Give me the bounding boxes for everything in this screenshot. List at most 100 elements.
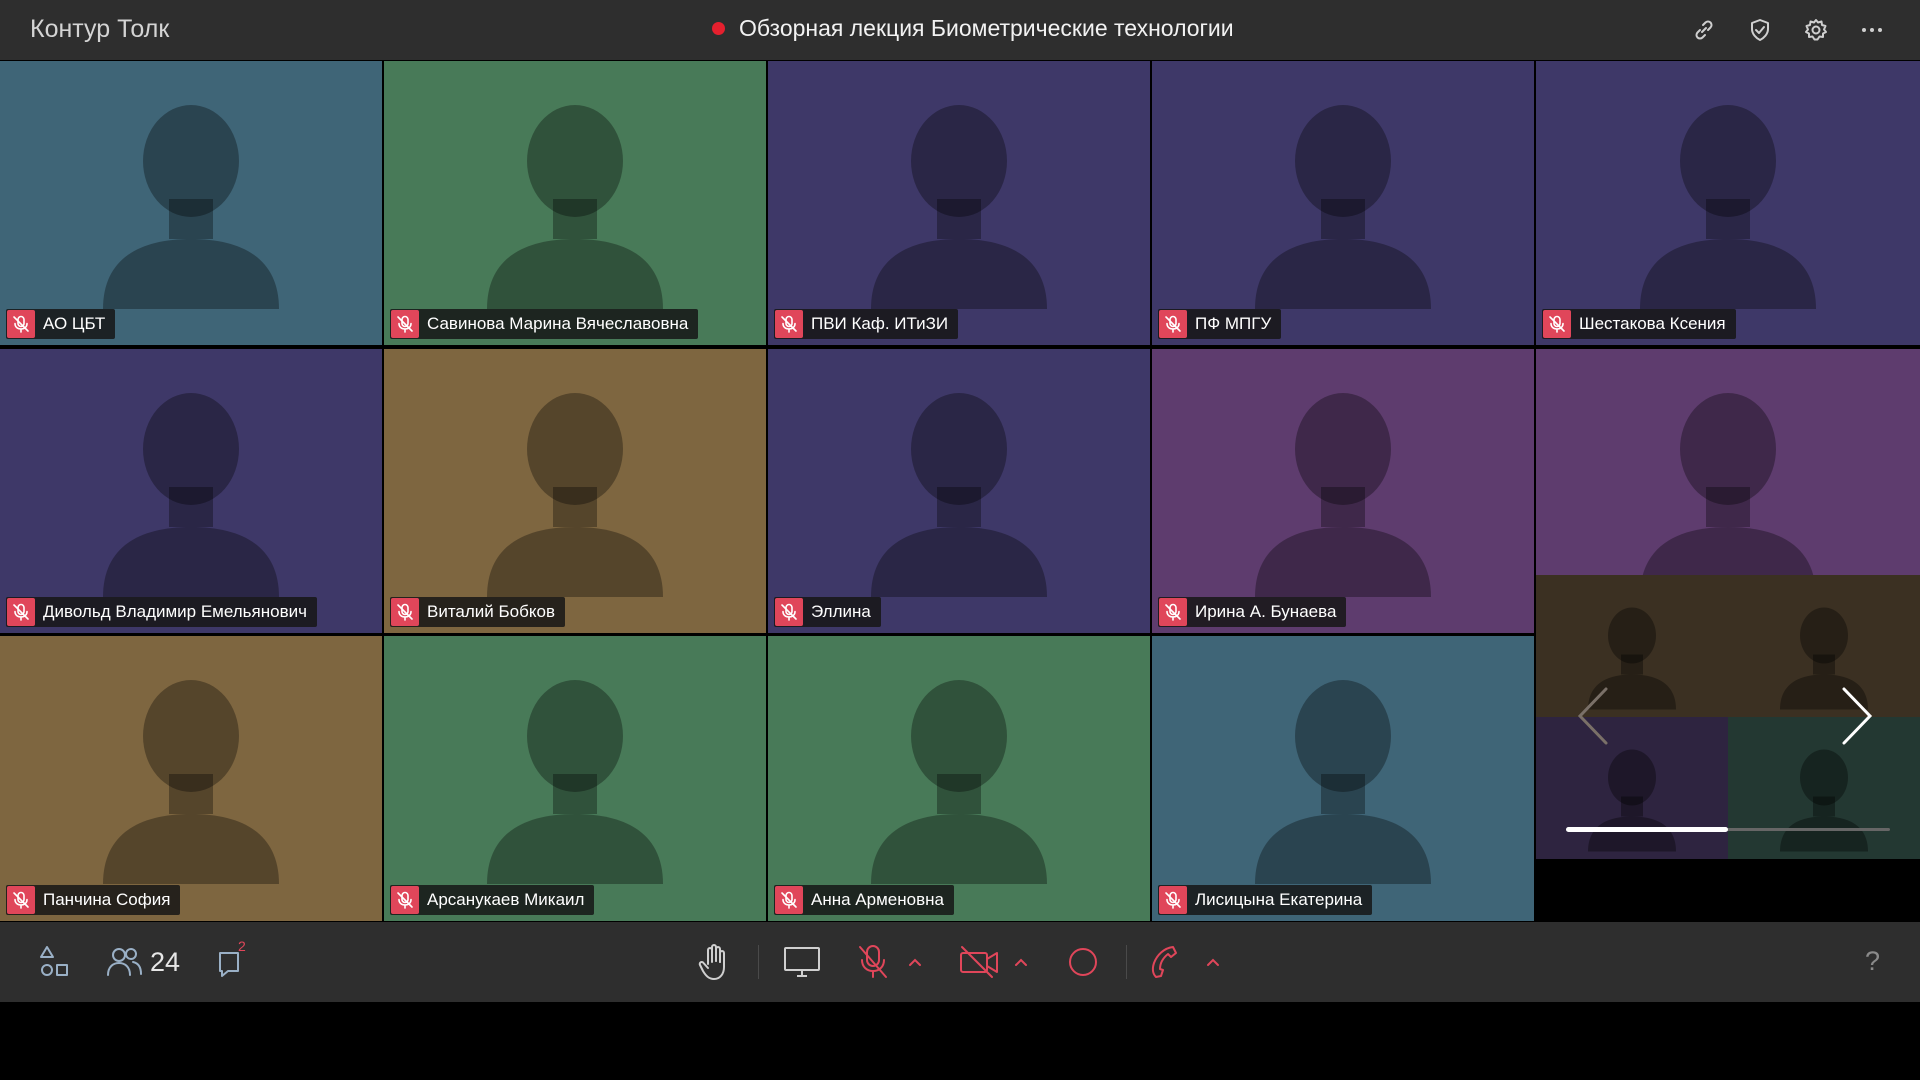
bottom-toolbar: 24 2 ? [0,922,1920,1002]
chat-icon[interactable] [214,941,252,983]
avatar-silhouette [871,105,1047,309]
avatar-silhouette [1640,393,1816,597]
participant-name: Виталий Бобков [427,602,555,621]
mini-avatar [1728,717,1920,859]
mini-avatar [1536,717,1728,859]
participant-tile[interactable]: ПВИ Каф. ИТиЗИ [768,61,1150,345]
participant-name: Шестакова Ксения [1579,314,1726,333]
participant-name-bar: Арсанукаев Микаил [390,885,595,915]
participant-name: Арсанукаев Микаил [427,890,585,909]
mic-muted-icon [7,598,35,626]
participant-name-bar: Ирина А. Бунаева [1158,597,1347,627]
participant-name: Эллина [811,602,871,621]
participant-tile[interactable]: Лисицына Екатерина [1152,636,1534,921]
participant-name-bar: Панчина София [6,885,181,915]
participant-tile[interactable]: Савинова Марина Вячеславовна [384,61,766,345]
participant-name: Дивольд Владимир Емельянович [43,602,307,621]
mic-muted-icon [775,886,803,914]
chevron-right-icon[interactable] [1840,685,1874,752]
meeting-title: Обзорная лекция Биометрические технологи… [739,15,1234,41]
avatar-silhouette [103,680,279,884]
chevron-left-icon[interactable] [1576,685,1610,752]
participant-name-bar: ПФ МПГУ [1158,309,1282,339]
recording-indicator [712,22,725,35]
top-bar: Контур Толк Обзорная лекция Биометрическ… [0,0,1920,60]
mic-options-chevron-icon[interactable] [908,941,922,983]
mic-muted-icon [1159,310,1187,338]
participant-name-bar: АО ЦБТ [6,309,116,339]
camera-options-chevron-icon[interactable] [1014,941,1028,983]
participant-tile[interactable]: Шестакова Ксения [1536,61,1920,345]
participant-name-bar: Виталий Бобков [390,597,565,627]
apps-icon[interactable] [36,941,74,983]
shield-check-icon[interactable] [1742,12,1778,48]
avatar-silhouette [487,680,663,884]
app-logo: Контур Толк [30,15,170,43]
participant-name: ПВИ Каф. ИТиЗИ [811,314,949,333]
mic-muted-icon [775,310,803,338]
mini-avatar [1728,575,1920,717]
participant-name-bar: Анна Арменовна [774,885,954,915]
participant-name-bar: Савинова Марина Вячеславовна [390,309,699,339]
mic-muted-icon [1159,598,1187,626]
page-progress-track [1566,827,1890,832]
hang-up-icon[interactable] [1148,941,1186,983]
mic-muted-icon [1159,886,1187,914]
participant-tile[interactable]: Арсанукаев Микаил [384,636,766,921]
mic-muted-icon [1543,310,1571,338]
more-icon[interactable] [1854,12,1890,48]
participant-tile[interactable]: ПФ МПГУ [1152,61,1534,345]
participant-tile[interactable]: Ирина А. Бунаева [1152,349,1534,633]
avatar-silhouette [871,680,1047,884]
mic-muted-icon [7,886,35,914]
more-participants-tile[interactable] [1536,575,1920,860]
mic-off-icon[interactable] [856,941,890,983]
avatar-silhouette [1255,680,1431,884]
toolbar-divider [1126,945,1127,979]
avatar-silhouette [1255,393,1431,597]
participant-name-bar: Шестакова Ксения [1542,309,1736,339]
participant-tile[interactable]: Дивольд Владимир Емельянович [0,349,382,633]
participant-name: Савинова Марина Вячеславовна [427,314,689,333]
mic-muted-icon [391,886,419,914]
avatar-silhouette [487,105,663,309]
toolbar-divider [758,945,759,979]
avatar-silhouette [1640,105,1816,309]
screen-share-icon[interactable] [782,941,822,983]
participant-tile[interactable]: Анна Арменовна [768,636,1150,921]
participants-button[interactable]: 24 [106,941,180,983]
mini-avatar [1536,575,1728,717]
participant-name: АО ЦБТ [43,314,106,333]
participants-count: 24 [150,946,181,977]
camera-off-icon[interactable] [958,941,1000,983]
meeting-title-area: Обзорная лекция Биометрические технологи… [712,15,1234,42]
participant-name-bar: Дивольд Владимир Емельянович [6,597,317,627]
participant-name: Ирина А. Бунаева [1195,602,1337,621]
gear-icon[interactable] [1798,12,1834,48]
avatar-silhouette [871,393,1047,597]
participant-name: Лисицына Екатерина [1195,890,1363,909]
avatar-silhouette [1255,105,1431,309]
participant-name: Анна Арменовна [811,890,944,909]
participant-name: Панчина София [43,890,171,909]
mic-muted-icon [391,310,419,338]
avatar-silhouette [103,105,279,309]
help-button[interactable]: ? [1865,946,1880,977]
participant-name-bar: Эллина [774,597,881,627]
mic-muted-icon [775,598,803,626]
avatar-silhouette [103,393,279,597]
mic-muted-icon [391,598,419,626]
participant-tile[interactable]: Панчина София [0,636,382,921]
link-icon[interactable] [1686,12,1722,48]
hang-up-options-chevron-icon[interactable] [1206,941,1220,983]
record-icon[interactable] [1066,941,1100,983]
mic-muted-icon [7,310,35,338]
participant-name-bar: ПВИ Каф. ИТиЗИ [774,309,959,339]
top-actions [1686,12,1890,48]
participant-name: ПФ МПГУ [1195,314,1272,333]
participant-tile[interactable]: АО ЦБТ [0,61,382,345]
participant-tile[interactable]: Виталий Бобков [384,349,766,633]
raise-hand-icon[interactable] [696,941,734,983]
page-progress-fill [1566,827,1728,832]
participant-tile[interactable]: Эллина [768,349,1150,633]
